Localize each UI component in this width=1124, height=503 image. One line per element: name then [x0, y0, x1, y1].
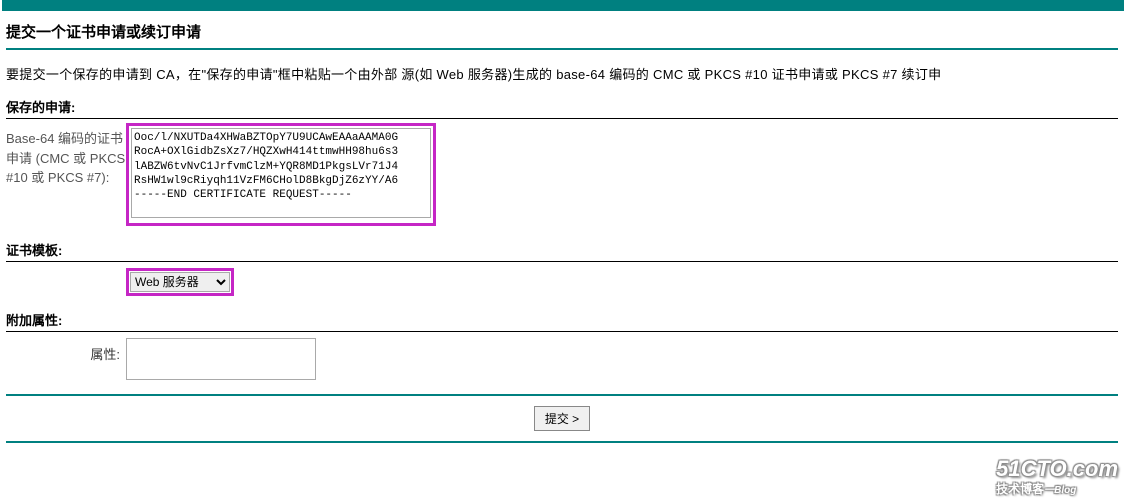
submit-button[interactable]: 提交 >: [534, 406, 590, 431]
top-bar: [2, 0, 1124, 11]
attr-field-label: 属性:: [6, 338, 126, 363]
submit-row: 提交 >: [6, 406, 1118, 443]
watermark-main: 51CTO.com: [996, 456, 1118, 482]
saved-request-textarea[interactable]: [131, 128, 431, 218]
highlight-template: Web 服务器: [126, 268, 234, 296]
template-section: 证书模板: Web 服务器: [6, 240, 1118, 296]
highlight-saved-request: [126, 123, 436, 226]
main-content: 提交一个证书申请或续订申请 要提交一个保存的申请到 CA，在"保存的申请"框中粘…: [0, 11, 1124, 443]
watermark: 51CTO.com 技术博客一Blog: [996, 456, 1118, 497]
saved-request-field-label: Base-64 编码的证书申请 (CMC 或 PKCS #10 或 PKCS #…: [6, 123, 126, 188]
attr-section: 附加属性: 属性:: [6, 310, 1118, 380]
divider: [6, 394, 1118, 396]
watermark-sub: 技术博客一Blog: [996, 480, 1118, 497]
cert-template-select[interactable]: Web 服务器: [130, 272, 230, 292]
page-title: 提交一个证书申请或续订申请: [6, 21, 1118, 50]
template-section-label: 证书模板:: [6, 240, 1118, 262]
attr-textarea[interactable]: [126, 338, 316, 380]
attr-section-label: 附加属性:: [6, 310, 1118, 332]
saved-request-row: Base-64 编码的证书申请 (CMC 或 PKCS #10 或 PKCS #…: [6, 123, 1118, 226]
instructions-text: 要提交一个保存的申请到 CA，在"保存的申请"框中粘贴一个由外部 源(如 Web…: [6, 64, 1118, 83]
saved-request-section-label: 保存的申请:: [6, 97, 1118, 119]
